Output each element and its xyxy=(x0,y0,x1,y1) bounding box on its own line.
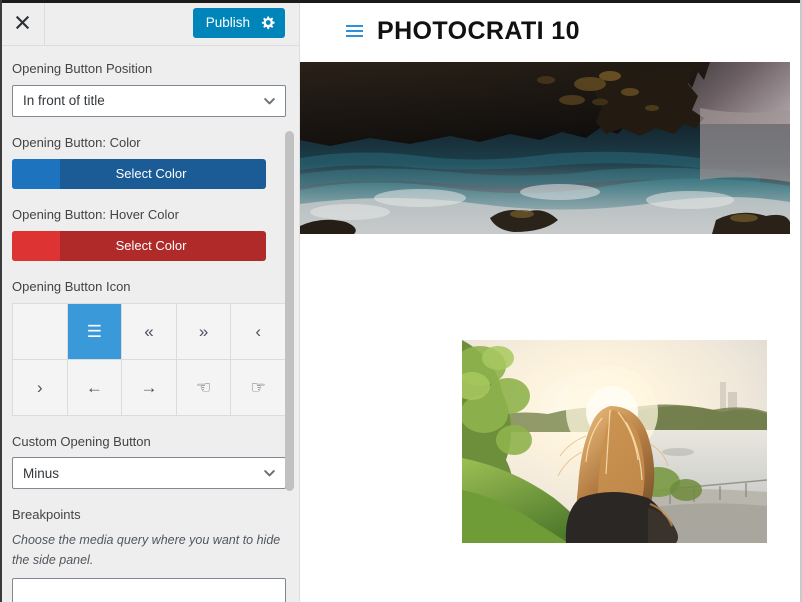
breakpoints-label: Breakpoints xyxy=(12,507,81,523)
field-opening-button-icon: Opening Button Icon ☰ « » ‹ › ← → ☜ ☞ xyxy=(12,278,286,416)
hamburger-menu-icon: ☰ xyxy=(86,321,103,341)
icon-option-hand-point-right-icon[interactable]: ☞ xyxy=(231,359,285,415)
icon-option-arrow-left-icon[interactable]: ← xyxy=(67,359,122,415)
field-opening-button-color: Opening Button: Color Select Color xyxy=(12,135,285,189)
icon-option-arrow-right-icon[interactable]: → xyxy=(122,359,176,415)
select-color-label: Select Color xyxy=(115,166,187,182)
chevron-double-left-icon: « xyxy=(144,321,154,341)
opening-button-hover-color-picker[interactable]: Select Color xyxy=(12,230,266,261)
close-button[interactable] xyxy=(0,0,45,46)
sidebar-header: Publish xyxy=(0,0,299,46)
opening-button-color-label: Opening Button: Color xyxy=(12,134,141,150)
field-opening-button-hover-color: Opening Button: Hover Color Select Color xyxy=(12,207,285,261)
custom-opening-button-select[interactable]: Minus xyxy=(12,457,286,490)
publish-label: Publish xyxy=(205,14,250,30)
opening-button-position-select[interactable]: In front of title xyxy=(12,84,286,117)
opening-button-icon-grid: ☰ « » ‹ › ← → ☜ ☞ xyxy=(12,302,286,416)
icon-option-chevron-right-icon[interactable]: › xyxy=(13,359,67,415)
woman-sunset-river-photo xyxy=(462,340,767,543)
coastal-cliff-ocean-photo xyxy=(300,62,790,234)
site-title: PHOTOCRATI 10 xyxy=(377,16,580,45)
site-preview: PHOTOCRATI 10 xyxy=(300,0,802,602)
chevron-down-icon xyxy=(264,97,275,105)
opening-button-hover-color-label: Opening Button: Hover Color xyxy=(12,206,179,222)
customizer-window: Publish Opening Button Position In front… xyxy=(0,0,802,602)
field-breakpoints: Breakpoints Choose the media query where… xyxy=(12,507,286,602)
custom-opening-button-value: Minus xyxy=(23,465,60,481)
arrow-right-icon: → xyxy=(140,377,158,397)
opening-button-icon-label: Opening Button Icon xyxy=(12,278,131,294)
chevron-left-icon: ‹ xyxy=(255,321,262,341)
chevron-down-icon xyxy=(264,470,275,477)
field-opening-button-position: Opening Button Position In front of titl… xyxy=(12,61,286,117)
site-header: PHOTOCRATI 10 xyxy=(300,0,802,62)
hand-point-right-icon: ☞ xyxy=(250,377,266,397)
icon-option-hamburger-menu-icon[interactable]: ☰ xyxy=(67,303,122,359)
close-icon xyxy=(15,15,29,30)
hamburger-menu-icon[interactable] xyxy=(346,25,363,37)
publish-group: Publish xyxy=(192,7,285,38)
icon-option-hand-point-left-icon[interactable]: ☜ xyxy=(176,359,231,415)
sidebar-panel: Opening Button Position In front of titl… xyxy=(0,47,299,602)
opening-button-position-value: In front of title xyxy=(23,93,105,109)
icon-option-chevron-double-left-icon[interactable]: « xyxy=(122,303,176,359)
hand-point-left-icon: ☜ xyxy=(195,377,212,397)
icon-option-chevron-double-right-icon[interactable]: » xyxy=(176,303,231,359)
breakpoints-input[interactable] xyxy=(12,578,286,602)
arrow-left-icon: ← xyxy=(85,377,103,397)
gear-icon[interactable] xyxy=(261,15,276,30)
icon-option-none-icon[interactable] xyxy=(13,303,67,359)
chevron-right-icon: › xyxy=(36,377,43,397)
window-left-edge xyxy=(0,0,2,602)
chevron-double-right-icon: » xyxy=(198,321,209,341)
sidebar-scrollbar-thumb[interactable] xyxy=(285,131,294,491)
publish-button[interactable]: Publish xyxy=(192,7,285,38)
opening-button-position-label: Opening Button Position xyxy=(12,61,153,76)
window-top-edge xyxy=(0,0,802,3)
breakpoints-description: Choose the media query where you want to… xyxy=(12,533,281,567)
select-color-label: Select Color xyxy=(115,238,187,254)
opening-button-color-picker[interactable]: Select Color xyxy=(12,158,266,189)
custom-opening-button-label: Custom Opening Button xyxy=(12,433,151,449)
customizer-sidebar: Publish Opening Button Position In front… xyxy=(0,0,300,602)
field-custom-opening-button: Custom Opening Button Minus xyxy=(12,433,286,490)
icon-option-chevron-left-icon[interactable]: ‹ xyxy=(231,303,285,359)
sidebar-scrollbar-track[interactable] xyxy=(285,47,294,602)
